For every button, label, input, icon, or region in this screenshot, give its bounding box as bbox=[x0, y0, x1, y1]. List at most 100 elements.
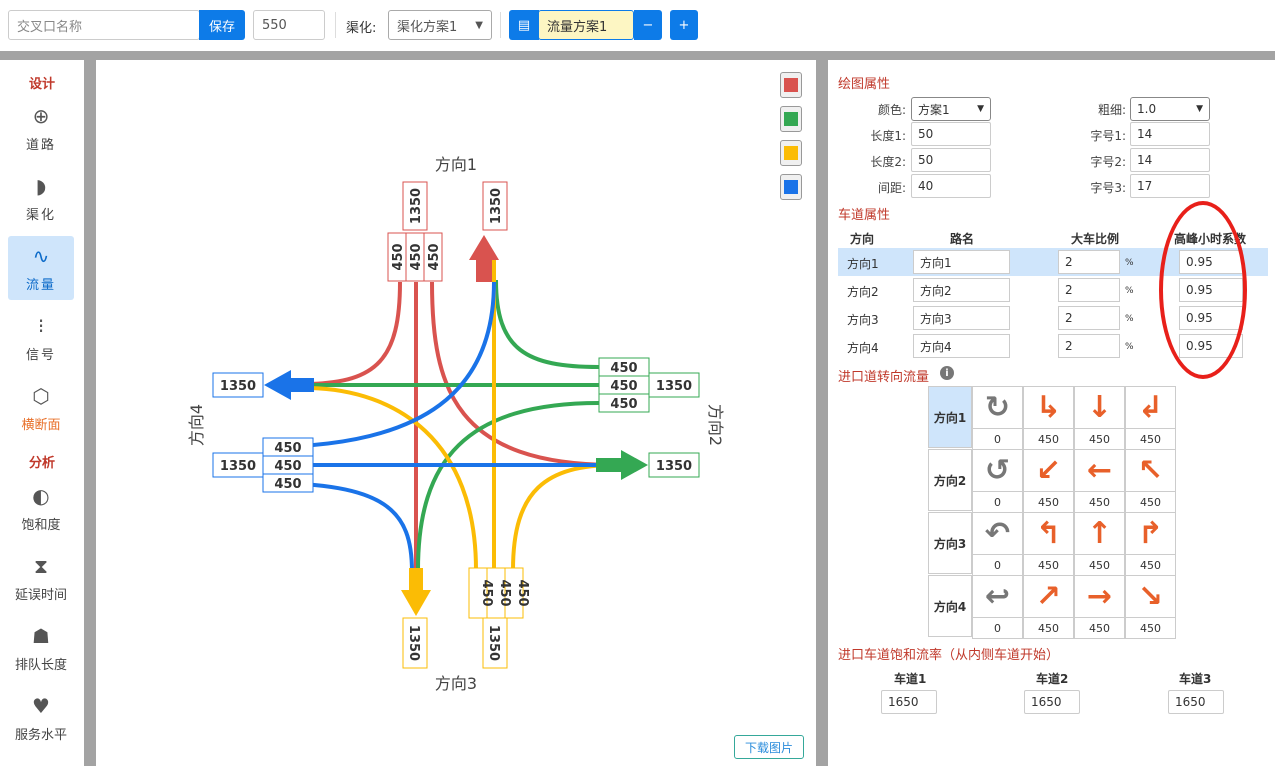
turn-cell-left[interactable]: ↙ 450 bbox=[1023, 449, 1074, 513]
font1-label: 字号1: bbox=[1090, 129, 1126, 143]
west-total-label: 1350 bbox=[220, 459, 256, 474]
length2-input[interactable]: 50 bbox=[911, 148, 991, 172]
add-scheme-button[interactable]: + bbox=[670, 10, 698, 40]
people-icon: ☗ bbox=[32, 623, 50, 648]
blue-color-button[interactable] bbox=[780, 174, 802, 200]
red-color-button[interactable] bbox=[780, 72, 802, 98]
font1-input[interactable]: 14 bbox=[1130, 122, 1210, 146]
sidebar-item-saturation[interactable]: ◐ 饱和度 bbox=[8, 476, 74, 540]
flow-scheme-icon-button[interactable]: ▤ bbox=[509, 10, 539, 40]
turn-cell-right[interactable]: ↘ 450 bbox=[1125, 575, 1176, 639]
north-total-box: 1350 bbox=[402, 181, 428, 231]
turn-row-direction[interactable]: 方向4 bbox=[928, 575, 972, 637]
length1-label: 长度1: bbox=[870, 129, 906, 143]
sidebar-item-delay[interactable]: ⧗ 延误时间 bbox=[8, 546, 74, 610]
turn-cell-uturn[interactable]: ↻ 0 bbox=[972, 386, 1023, 450]
turn-cell-uturn[interactable]: ↶ 0 bbox=[972, 512, 1023, 576]
remove-scheme-button[interactable]: − bbox=[634, 10, 662, 40]
half-circle-icon: ◐ bbox=[32, 483, 50, 508]
straight-icon: ← bbox=[1075, 450, 1124, 492]
sidebar-item-label: 排队长度 bbox=[14, 657, 67, 673]
turn-value: 450 bbox=[1089, 432, 1110, 446]
turn-cell-left[interactable]: ↰ 450 bbox=[1023, 512, 1074, 576]
turn-row-direction[interactable]: 方向3 bbox=[928, 512, 972, 574]
road-name-input[interactable]: 方向2 bbox=[913, 278, 1010, 302]
road-name-input[interactable]: 方向1 bbox=[913, 250, 1010, 274]
sidebar-item-signal[interactable]: ⁝ 信号 bbox=[8, 306, 74, 370]
south-exit-box: 1350 bbox=[402, 617, 428, 669]
heavy-ratio-input[interactable]: 2 bbox=[1058, 250, 1120, 274]
road-name-input[interactable]: 方向3 bbox=[913, 306, 1010, 330]
toolbar: 交叉口名称 保存 550 渠化: 渠化方案1 ▼ ▤ 流量方案1 − + bbox=[0, 0, 1275, 51]
size-input[interactable]: 550 bbox=[253, 10, 325, 40]
sidebar-item-queue[interactable]: ☗ 排队长度 bbox=[8, 616, 74, 680]
pulse-icon: ∿ bbox=[32, 243, 50, 268]
heavy-ratio-input[interactable]: 2 bbox=[1058, 334, 1120, 358]
east-lane-boxes: 450 450 450 bbox=[598, 357, 650, 413]
sidebar-item-channel[interactable]: ◗ 渠化 bbox=[8, 166, 74, 230]
red-left-turn-line bbox=[309, 281, 402, 386]
intersection-name-input[interactable]: 交叉口名称 bbox=[8, 10, 200, 40]
turn-cell-straight[interactable]: → 450 bbox=[1074, 575, 1125, 639]
turn-cell-straight[interactable]: ↑ 450 bbox=[1074, 512, 1125, 576]
color-label: 颜色: bbox=[877, 103, 906, 117]
turn-row-direction[interactable]: 方向1 bbox=[928, 386, 972, 448]
east-exit-box: 1350 bbox=[648, 452, 700, 478]
blue-right-turn-line bbox=[263, 481, 414, 573]
turn-cell-right[interactable]: ↖ 450 bbox=[1125, 449, 1176, 513]
save-button[interactable]: 保存 bbox=[199, 10, 245, 40]
red-right-turn-line bbox=[430, 281, 617, 467]
percent-unit: % bbox=[1125, 286, 1134, 296]
font2-input[interactable]: 14 bbox=[1130, 148, 1210, 172]
north-lane-boxes: 450 450 450 bbox=[387, 232, 443, 282]
channel-select[interactable]: 渠化方案1 ▼ bbox=[388, 10, 492, 40]
sidebar-divider bbox=[84, 60, 96, 766]
turn-cell-straight[interactable]: ↓ 450 bbox=[1074, 386, 1125, 450]
crosshair-icon: ⊕ bbox=[32, 103, 50, 128]
turn-row-direction[interactable]: 方向2 bbox=[928, 449, 972, 511]
sidebar-item-label: 道路 bbox=[25, 137, 56, 153]
road-name-input[interactable]: 方向4 bbox=[913, 334, 1010, 358]
intersection-canvas[interactable]: 1350 1350 450 450 450 450 450 450 1350 1… bbox=[96, 60, 816, 766]
yellow-color-button[interactable] bbox=[780, 140, 802, 166]
divider bbox=[335, 12, 336, 38]
lane2-saturation-input[interactable]: 1650 bbox=[1024, 690, 1080, 714]
info-icon[interactable]: i bbox=[940, 366, 954, 380]
heavy-ratio-input[interactable]: 2 bbox=[1058, 278, 1120, 302]
turn-cell-left[interactable]: ↗ 450 bbox=[1023, 575, 1074, 639]
font3-input[interactable]: 17 bbox=[1130, 174, 1210, 198]
sidebar-item-label: 横断面 bbox=[21, 417, 61, 433]
uturn-icon: ↶ bbox=[973, 513, 1022, 555]
top-divider bbox=[0, 51, 1275, 60]
green-color-button[interactable] bbox=[780, 106, 802, 132]
turn-value: 450 bbox=[1038, 558, 1059, 572]
turn-cell-uturn[interactable]: ↺ 0 bbox=[972, 449, 1023, 513]
turn-cell-straight[interactable]: ← 450 bbox=[1074, 449, 1125, 513]
lane1-saturation-input[interactable]: 1650 bbox=[881, 690, 937, 714]
gap-input[interactable]: 40 bbox=[911, 174, 991, 198]
color-select[interactable]: 方案1 ▼ bbox=[911, 97, 991, 121]
turn-value: 0 bbox=[994, 495, 1001, 509]
row-direction: 方向2 bbox=[847, 285, 879, 299]
west-lane1-label: 450 bbox=[274, 441, 301, 456]
turn-cell-right[interactable]: ↱ 450 bbox=[1125, 512, 1176, 576]
width-select[interactable]: 1.0 ▼ bbox=[1130, 97, 1210, 121]
blue-arrow-left bbox=[264, 370, 314, 400]
sidebar-item-road[interactable]: ⊕ 道路 bbox=[8, 96, 74, 160]
color-select-value: 方案1 bbox=[918, 102, 950, 117]
turn-cell-uturn[interactable]: ↩ 0 bbox=[972, 575, 1023, 639]
length1-input[interactable]: 50 bbox=[911, 122, 991, 146]
sidebar-item-flow[interactable]: ∿ 流量 bbox=[8, 236, 74, 300]
lane3-saturation-input[interactable]: 1650 bbox=[1168, 690, 1224, 714]
turn-cell-right[interactable]: ↲ 450 bbox=[1125, 386, 1176, 450]
heavy-ratio-input[interactable]: 2 bbox=[1058, 306, 1120, 330]
header-heavy-ratio: 大车比例 bbox=[1071, 232, 1120, 246]
turn-cell-left[interactable]: ↳ 450 bbox=[1023, 386, 1074, 450]
channel-select-value: 渠化方案1 bbox=[397, 19, 458, 35]
sidebar-item-cross-section[interactable]: ⬡ 横断面 bbox=[8, 376, 74, 440]
download-image-button[interactable]: 下载图片 bbox=[734, 735, 804, 759]
east-lane2-label: 450 bbox=[610, 379, 637, 394]
flow-scheme-input[interactable]: 流量方案1 bbox=[538, 10, 634, 40]
sidebar-item-label: 饱和度 bbox=[21, 517, 61, 533]
sidebar-item-service-level[interactable]: ♥ 服务水平 bbox=[8, 686, 74, 750]
